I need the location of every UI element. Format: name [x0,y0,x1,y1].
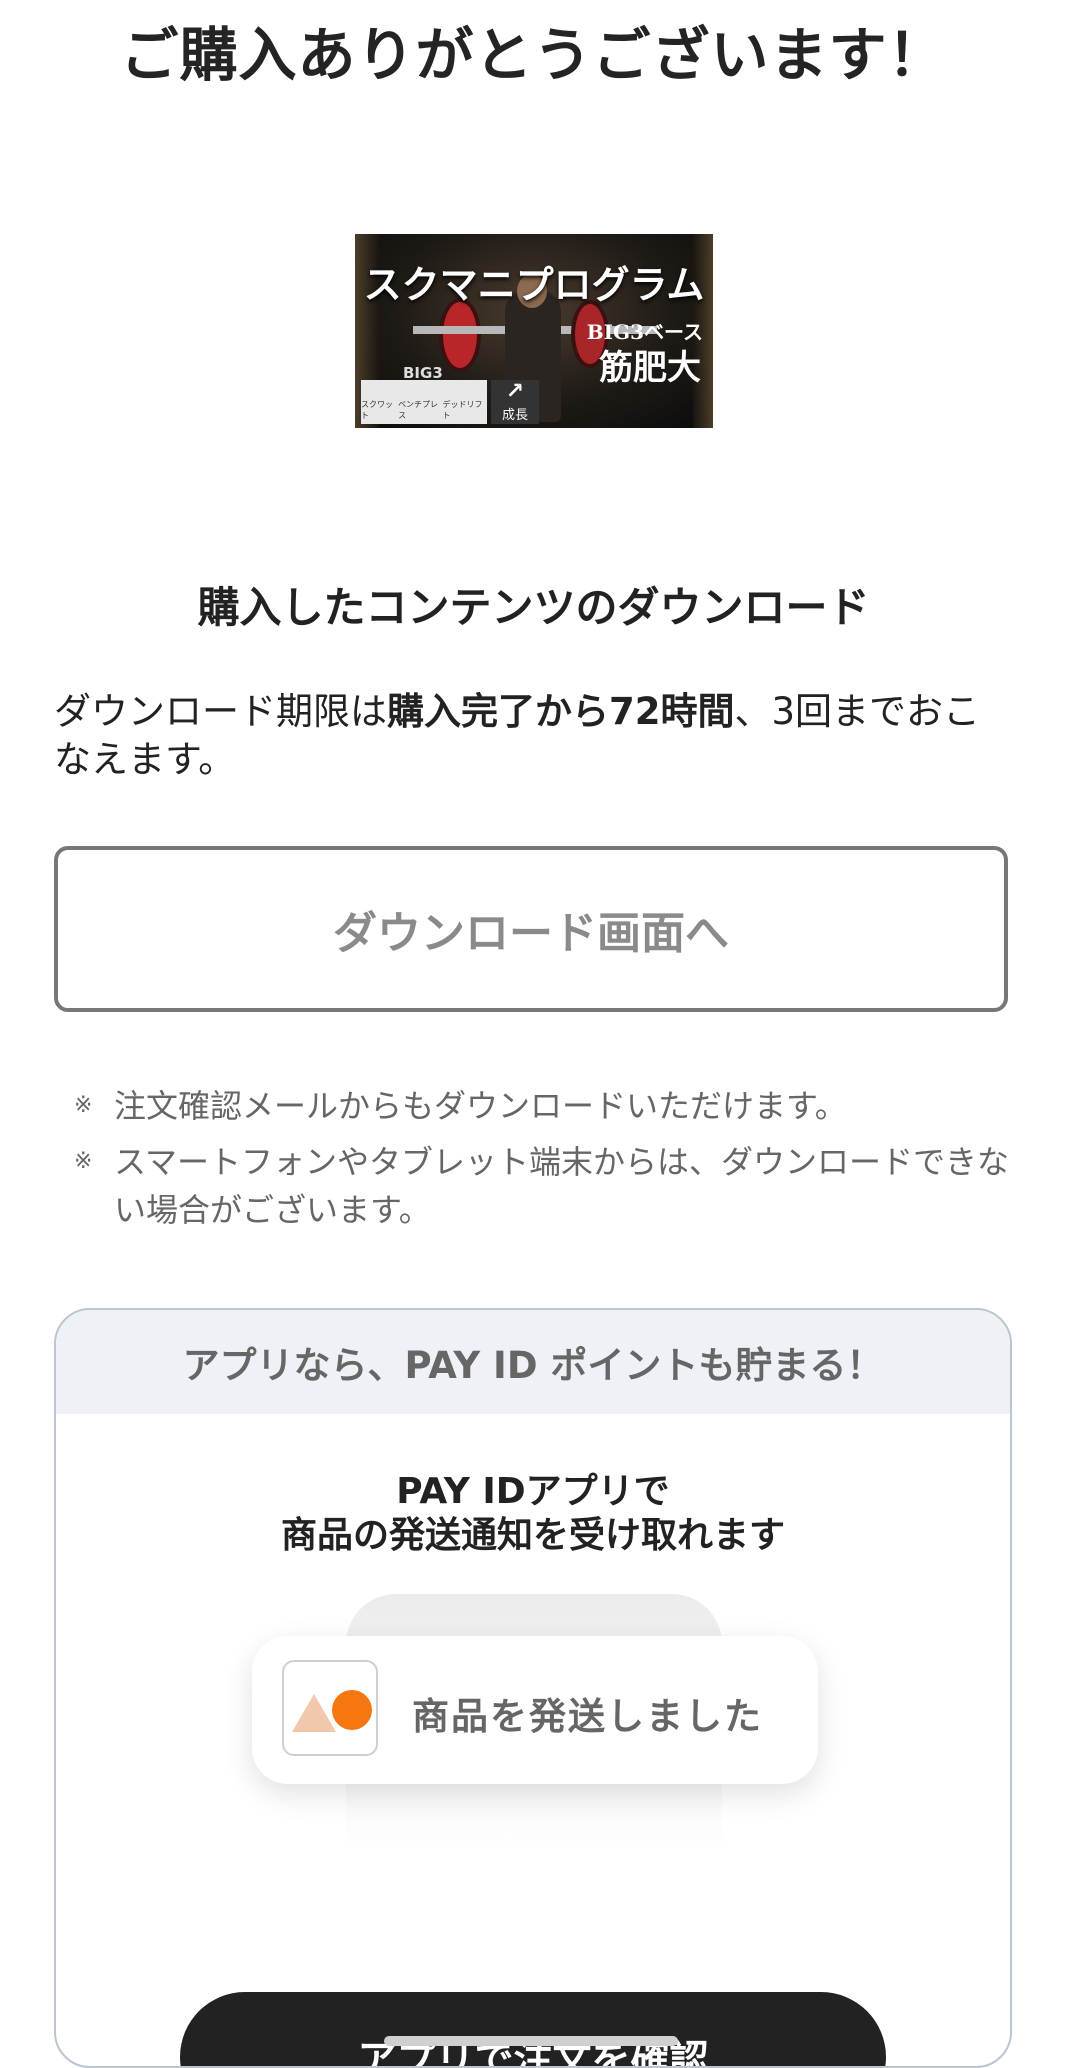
note-text: 注文確認メールからもダウンロードいただけます。 [114,1087,847,1125]
app-promo-line2: 商品の発送通知を受け取れます [280,1515,785,1556]
check-order-in-app-button[interactable]: アプリで注文を確認 [180,1992,886,2066]
download-notes: ※ 注文確認メールからもダウンロードいただけます。 ※ スマートフォンやタブレッ… [74,1082,1014,1242]
note-item: ※ 注文確認メールからもダウンロードいただけます。 [74,1082,1014,1130]
note-text: スマートフォンやタブレット端末からは、ダウンロードできない場合がございます。 [114,1143,1010,1229]
banner-subtitle-large: 筋肥大 [599,348,701,388]
growth-label: 成長 [501,408,528,423]
banner-lift-icons: スクワット ベンチプレス デッドリフト [361,380,487,424]
note-mark: ※ [74,1149,93,1174]
banner-title: スクマニプログラム [363,262,705,307]
circle-shape-icon [332,1690,372,1730]
desc-bold-text: 購入完了から72時間 [387,690,735,733]
home-indicator[interactable] [384,2036,678,2046]
lift-label-bench: ベンチプレス [398,400,439,420]
barbell-plate-left [439,298,481,372]
download-screen-button[interactable]: ダウンロード画面へ [54,846,1008,1012]
triangle-shape-icon [292,1694,336,1732]
download-description: ダウンロード期限は購入完了から72時間、3回までおこなえます。 [54,688,1014,784]
lift-label-squat: スクワット [361,400,393,420]
desc-text-1: ダウンロード期限は [54,690,387,733]
notification-illustration: 商品を発送しました [252,1636,818,1784]
pay-id-app-icon [282,1660,378,1756]
note-mark: ※ [74,1093,93,1118]
page-title: ご購入ありがとうございます！ [120,21,947,89]
lift-label-deadlift: デッドリフト [442,400,483,420]
download-heading: 購入したコンテンツのダウンロード [197,583,870,632]
growth-arrow-icon: ↗ [505,379,525,404]
note-item: ※ スマートフォンやタブレット端末からは、ダウンロードできない場合がございます。 [74,1138,1014,1234]
product-banner-image: スクマニプログラム BIG3ベース 筋肥大 BIG3 スクワット ベンチプレス … [355,234,713,428]
app-promo-card: アプリなら、PAY ID ポイントも貯まる！ PAY IDアプリで 商品の発送通… [54,1308,1012,2068]
growth-badge: ↗ 成長 [491,380,539,424]
notification-text: 商品を発送しました [412,1695,763,1738]
app-promo-header: アプリなら、PAY ID ポイントも貯まる！ [56,1310,1010,1414]
